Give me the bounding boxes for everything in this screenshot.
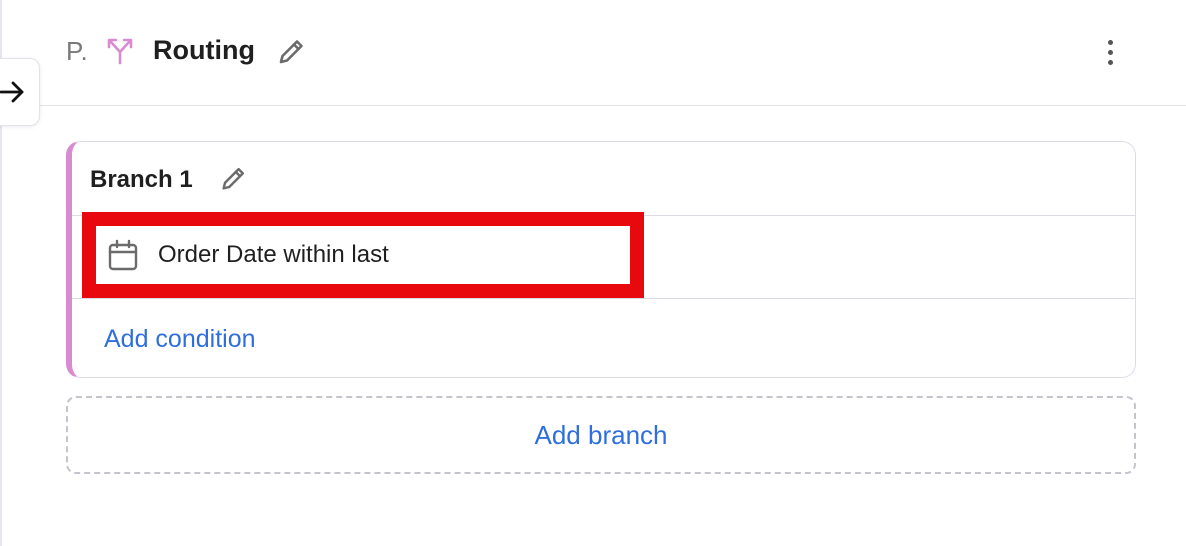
route-split-icon bbox=[106, 37, 134, 65]
page-title: Routing bbox=[153, 35, 255, 65]
more-vertical-icon[interactable] bbox=[1096, 36, 1124, 68]
branch-card: Branch 1 Order Date within last Add cond… bbox=[66, 141, 1136, 378]
condition-item[interactable]: Order Date within last bbox=[82, 212, 644, 298]
panel-header: P. Routing bbox=[0, 0, 1186, 106]
add-branch-button[interactable]: Add branch bbox=[66, 396, 1136, 474]
calendar-icon bbox=[106, 238, 140, 272]
branch-header: Branch 1 bbox=[72, 142, 1135, 216]
add-condition-link[interactable]: Add condition bbox=[104, 325, 256, 354]
pencil-icon[interactable] bbox=[275, 36, 307, 68]
sidebar-toggle-button[interactable] bbox=[0, 58, 40, 126]
arrow-right-icon bbox=[0, 79, 25, 105]
pencil-icon[interactable] bbox=[218, 164, 248, 194]
branch-title: Branch 1 bbox=[90, 166, 193, 193]
routing-panel: P. Routing Branch 1 Order Date within la… bbox=[0, 0, 1186, 546]
condition-text: Order Date within last bbox=[158, 241, 389, 268]
add-branch-label: Add branch bbox=[534, 419, 668, 450]
step-prefix: P. bbox=[66, 36, 89, 66]
condition-row: Order Date within last bbox=[72, 212, 1135, 299]
